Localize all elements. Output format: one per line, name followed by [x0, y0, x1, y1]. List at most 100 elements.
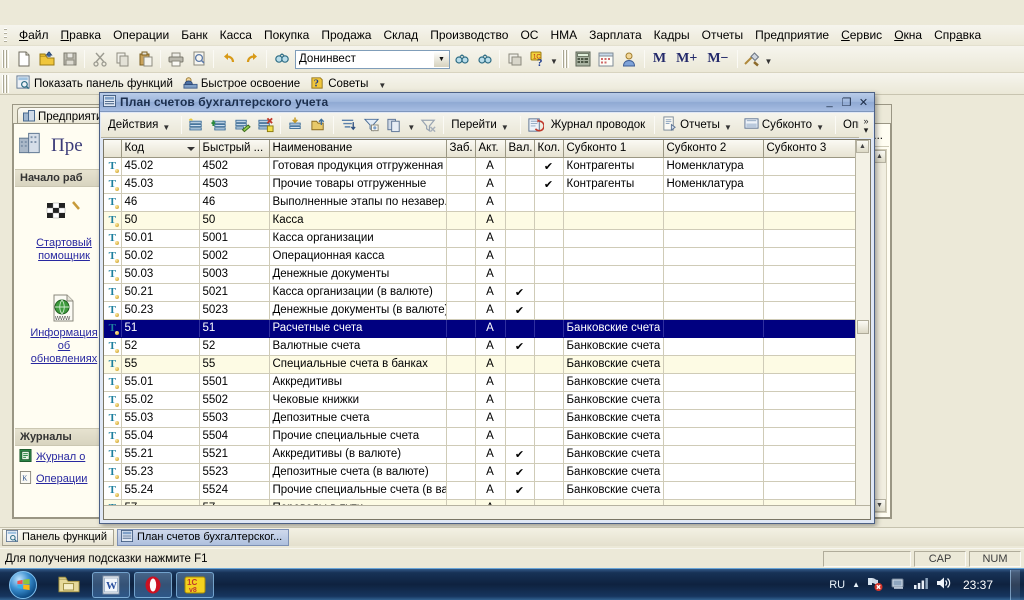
menu-item-17[interactable]: Справка — [928, 26, 987, 45]
memory-button-1[interactable]: M+ — [671, 49, 702, 69]
reports-menu-button[interactable]: Отчеты ▼ — [658, 114, 740, 136]
menu-item-5[interactable]: Покупка — [258, 26, 315, 45]
journal-entries-button[interactable]: Журнал проводок — [547, 117, 651, 133]
column-header-sub3[interactable]: Субконто 3 — [763, 140, 855, 158]
delete-account-icon[interactable] — [254, 114, 277, 136]
table-row[interactable]: T 50.02 5002 Операционная касса A — [104, 247, 855, 266]
calculator-icon[interactable] — [572, 48, 595, 70]
new-icon[interactable] — [12, 48, 35, 70]
print-preview-icon[interactable] — [187, 48, 210, 70]
taskbar-word[interactable]: W — [92, 571, 130, 598]
toolbar-grip[interactable] — [2, 50, 9, 68]
filter-by-value-icon[interactable] — [383, 114, 406, 136]
open-icon[interactable] — [35, 48, 58, 70]
close-button[interactable]: ✕ — [855, 95, 872, 110]
table-row[interactable]: T 50.01 5001 Касса организации A — [104, 229, 855, 248]
taskbar-explorer[interactable] — [50, 572, 88, 598]
organization-value[interactable]: Донинвест — [296, 53, 433, 65]
table-row[interactable]: T 55.02 5502 Чековые книжки A Банковские счет… — [104, 391, 855, 410]
save-icon[interactable] — [58, 48, 81, 70]
table-row[interactable]: T 45.02 4502 Готовая продукция отгруженная A… — [104, 157, 855, 176]
show-hidden-icons-button[interactable]: ▲ — [852, 580, 860, 589]
add-account-icon[interactable] — [185, 114, 208, 136]
scroll-up-icon[interactable]: ▲ — [856, 140, 869, 153]
table-row[interactable]: T 52 52 Валютные счета A ✔ Банковские счета — [104, 337, 855, 356]
column-header-val[interactable]: Вал. — [505, 140, 535, 158]
table-row[interactable]: T 50 50 Касса A — [104, 211, 855, 230]
help-dropdown-caret[interactable]: ▼ — [550, 57, 558, 66]
menu-item-2[interactable]: Операции — [107, 26, 175, 45]
table-row[interactable]: T 50.03 5003 Денежные документы A — [104, 265, 855, 284]
menu-item-6[interactable]: Продажа — [315, 26, 377, 45]
column-header-quick[interactable]: Быстрый ... — [199, 140, 270, 158]
windows-list-icon[interactable] — [503, 48, 526, 70]
help-icon[interactable]: 1C? — [526, 48, 549, 70]
actions-menu-button[interactable]: Действия ▼ — [101, 117, 178, 134]
chart-window-titlebar[interactable]: План счетов бухгалтерского учета _ ❐ ✕ — [100, 93, 874, 112]
menu-item-16[interactable]: Окна — [888, 26, 928, 45]
column-header-kol[interactable]: Кол. — [534, 140, 564, 158]
taskbar-opera[interactable] — [134, 571, 172, 598]
window-button-1[interactable]: План счетов бухгалтерског... — [116, 528, 290, 546]
sort-icon[interactable] — [337, 114, 360, 136]
table-row[interactable]: T 55.21 5521 Аккредитивы (в валюте) A ✔ Банков… — [104, 445, 855, 464]
user-icon[interactable] — [618, 48, 641, 70]
menu-item-15[interactable]: Сервис — [835, 26, 888, 45]
column-header-sub1[interactable]: Субконто 1 — [563, 140, 664, 158]
chevron-down-icon[interactable]: ▼ — [433, 50, 449, 68]
subconto-menu-button[interactable]: Субконто ▼ — [740, 114, 832, 136]
column-header-code[interactable]: Код — [121, 140, 200, 158]
add-subaccount-icon[interactable] — [208, 114, 231, 136]
menu-item-0[interactable]: Файл — [13, 26, 55, 45]
cut-icon[interactable] — [88, 48, 111, 70]
table-row[interactable]: T 55 55 Специальные счета в банках A Банковск… — [104, 355, 855, 374]
taskbar-1c-v8[interactable]: 1C v8 — [176, 571, 214, 598]
action-center-icon[interactable] — [867, 576, 883, 594]
find-icon[interactable] — [270, 48, 293, 70]
volume-icon[interactable] — [936, 576, 952, 593]
menu-item-10[interactable]: НМА — [544, 26, 583, 45]
organization-combobox[interactable]: Донинвест ▼ — [295, 49, 450, 69]
goto-menu-button[interactable]: Перейти ▼ — [447, 117, 517, 134]
journal-link-1[interactable]: Журнал о — [36, 451, 85, 463]
table-row[interactable]: T 51 51 Расчетные счета A Банковские счета — [104, 319, 855, 338]
menu-item-9[interactable]: ОС — [514, 26, 544, 45]
refresh-icon[interactable] — [524, 114, 547, 136]
table-row[interactable]: T 55.01 5501 Аккредитивы A Банковские счета — [104, 373, 855, 392]
find-next-icon[interactable] — [450, 48, 473, 70]
signal-strength-icon[interactable] — [913, 576, 929, 593]
memory-button-2[interactable]: M− — [702, 49, 733, 69]
paste-icon[interactable] — [134, 48, 157, 70]
grid-vertical-scrollbar[interactable]: ▲ ▼ — [855, 140, 870, 519]
column-header-akt[interactable]: Акт. — [475, 140, 506, 158]
table-row[interactable]: T 55.24 5524 Прочие специальные счета (в ва… — [104, 481, 855, 500]
copy-icon[interactable] — [111, 48, 134, 70]
menu-item-4[interactable]: Касса — [214, 26, 258, 45]
column-header-zab[interactable]: Заб. — [446, 140, 476, 158]
show-desktop-button[interactable] — [1010, 569, 1020, 600]
journal-link-2[interactable]: Операции — [36, 473, 87, 485]
window-button-0[interactable]: Панель функций — [2, 528, 114, 546]
tools-icon[interactable] — [741, 48, 764, 70]
menu-item-3[interactable]: Банк — [175, 26, 213, 45]
clear-filter-icon[interactable] — [417, 114, 440, 136]
table-row[interactable]: T 50.23 5023 Денежные документы (в валюте) A… — [104, 301, 855, 320]
restore-icon[interactable] — [307, 114, 330, 136]
grid-horizontal-scrollbar[interactable] — [104, 505, 870, 519]
toolbar-overflow-button[interactable]: » ▾ — [859, 113, 873, 138]
menu-item-7[interactable]: Склад — [377, 26, 424, 45]
find-prev-icon[interactable] — [473, 48, 496, 70]
maximize-button[interactable]: ❐ — [838, 95, 855, 110]
menu-item-1[interactable]: Правка — [55, 26, 108, 45]
table-row[interactable]: T 55.23 5523 Депозитные счета (в валюте) A ✔ Б… — [104, 463, 855, 482]
menu-item-14[interactable]: Предприятие — [749, 26, 835, 45]
network-tray-icon[interactable] — [890, 576, 906, 594]
undo-icon[interactable] — [217, 48, 240, 70]
menu-item-8[interactable]: Производство — [424, 26, 514, 45]
tips-dropdown-caret[interactable]: ▼ — [378, 81, 386, 90]
table-row[interactable]: T 55.03 5503 Депозитные счета A Банковские сч… — [104, 409, 855, 428]
menu-grip[interactable] — [2, 27, 10, 43]
menu-item-11[interactable]: Зарплата — [583, 26, 648, 45]
table-row[interactable]: T 45.03 4503 Прочие товары отгруженные A ✔ Кон… — [104, 175, 855, 194]
taskbar-clock[interactable]: 23:37 — [959, 578, 997, 592]
